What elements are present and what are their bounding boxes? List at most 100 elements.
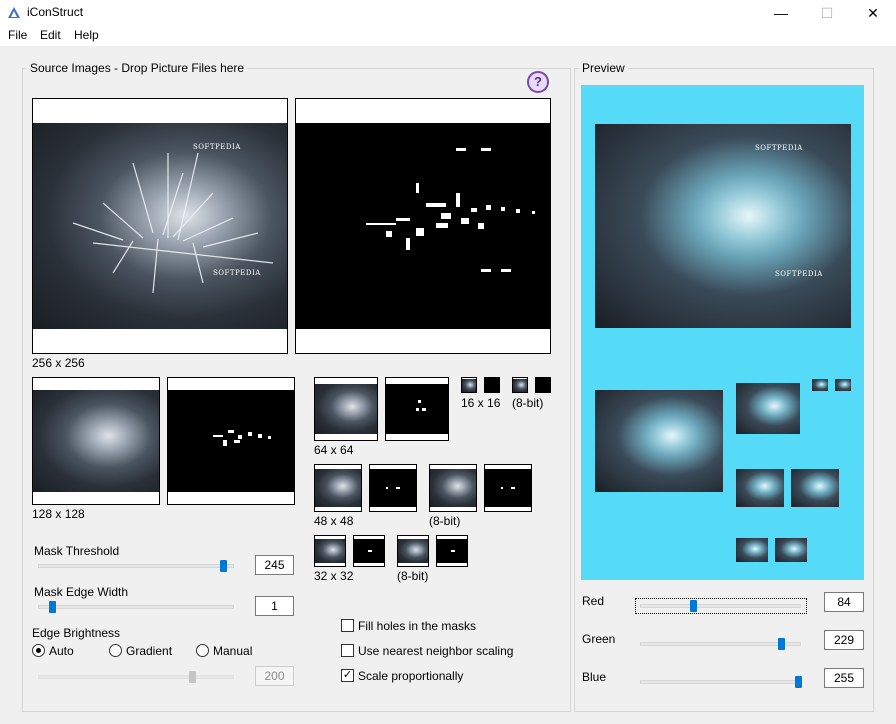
mask-speckles [501, 487, 515, 489]
photo-48 [315, 469, 361, 507]
scale-proportionally-checkbox[interactable]: ✓ [341, 669, 354, 682]
watermark-text: SOFTPEDIA [213, 269, 261, 277]
radio-auto-label: Auto [49, 644, 74, 658]
mask-32 [354, 539, 384, 563]
source-mask-48-8bit[interactable] [484, 464, 532, 512]
preview-image-16-8bit [835, 379, 851, 391]
red-input[interactable]: 84 [824, 592, 864, 612]
mask-speckles [366, 148, 535, 272]
title-bar: iConStruct — ☐ ✕ [0, 0, 896, 26]
mask-32-8bit [437, 539, 467, 563]
preview-label: Preview [579, 61, 628, 75]
preview-image-128 [595, 390, 723, 492]
source-image-256[interactable]: SOFTPEDIA SOFTPEDIA [32, 98, 288, 354]
source-image-64[interactable] [314, 377, 378, 441]
photo-128 [33, 390, 159, 492]
source-mask-256[interactable] [295, 98, 551, 354]
size-label-16: 16 x 16 [461, 396, 501, 410]
mask-threshold-input[interactable]: 245 [255, 555, 294, 575]
mask-edge-width-thumb[interactable] [49, 601, 56, 613]
mask-48 [370, 469, 416, 507]
red-slider[interactable] [640, 604, 801, 608]
menu-file[interactable]: File [8, 28, 27, 42]
green-thumb[interactable] [778, 638, 785, 650]
photo-256: SOFTPEDIA SOFTPEDIA [33, 123, 287, 329]
green-slider[interactable] [640, 642, 801, 646]
frost-branch-graphic [72, 152, 274, 294]
fill-holes-label: Fill holes in the masks [358, 619, 477, 633]
preview-image-48 [736, 469, 784, 507]
source-image-48[interactable] [314, 464, 362, 512]
green-label: Green [582, 632, 616, 646]
menu-edit[interactable]: Edit [40, 28, 61, 42]
mask-64 [386, 384, 448, 434]
source-image-32-8bit[interactable] [397, 535, 429, 567]
edge-brightness-thumb[interactable] [189, 671, 196, 683]
size-label-48-8bit: (8-bit) [429, 514, 461, 528]
source-mask-64[interactable] [385, 377, 449, 441]
preview-image-48-8bit [791, 469, 839, 507]
radio-gradient-label: Gradient [126, 644, 173, 658]
help-button[interactable]: ? [527, 71, 549, 93]
source-image-16[interactable] [461, 377, 477, 393]
close-button[interactable]: ✕ [850, 0, 896, 26]
mask-threshold-slider[interactable] [38, 564, 234, 568]
mask-speckles [416, 400, 426, 411]
photo-16 [462, 379, 476, 392]
edge-brightness-input[interactable]: 200 [255, 666, 294, 686]
size-label-128: 128 x 128 [32, 507, 85, 521]
edge-brightness-label: Edge Brightness [32, 626, 121, 640]
source-mask-128[interactable] [167, 377, 295, 505]
mask-threshold-thumb[interactable] [220, 560, 227, 572]
blue-input[interactable]: 255 [824, 668, 864, 688]
nearest-neighbor-checkbox[interactable] [341, 644, 354, 657]
mask-speckles [451, 550, 455, 552]
source-image-48-8bit[interactable] [429, 464, 477, 512]
edge-brightness-slider[interactable] [38, 675, 234, 679]
photo-32 [315, 539, 345, 563]
fill-holes-checkbox[interactable] [341, 619, 354, 632]
source-mask-48[interactable] [369, 464, 417, 512]
size-label-48: 48 x 48 [314, 514, 354, 528]
source-image-16-8bit[interactable] [512, 377, 528, 393]
size-label-16-8bit: (8-bit) [512, 396, 544, 410]
preview-image-32-8bit [775, 538, 807, 562]
blue-label: Blue [582, 670, 607, 684]
mask-48-8bit [485, 469, 531, 507]
source-mask-32-8bit[interactable] [436, 535, 468, 567]
mask-edge-width-label: Mask Edge Width [34, 585, 129, 599]
size-label-64: 64 x 64 [314, 443, 354, 457]
preview-watermark: SOFTPEDIA [775, 270, 823, 278]
nearest-neighbor-label: Use nearest neighbor scaling [358, 644, 514, 658]
green-input[interactable]: 229 [824, 630, 864, 650]
preview-image-16 [812, 379, 828, 391]
blue-thumb[interactable] [795, 676, 802, 688]
mask-speckles [368, 550, 372, 552]
source-image-32[interactable] [314, 535, 346, 567]
mask-edge-width-input[interactable]: 1 [255, 596, 294, 616]
watermark-text: SOFTPEDIA [193, 143, 241, 151]
radio-manual[interactable] [196, 644, 209, 657]
mask-256 [296, 123, 550, 329]
source-mask-16-8bit[interactable] [535, 377, 551, 393]
mask-128 [168, 390, 294, 492]
red-thumb[interactable] [690, 600, 697, 612]
preview-watermark: SOFTPEDIA [755, 144, 803, 152]
blue-slider[interactable] [640, 680, 801, 684]
source-mask-32[interactable] [353, 535, 385, 567]
preview-image-32 [736, 538, 768, 562]
radio-gradient[interactable] [109, 644, 122, 657]
radio-auto[interactable] [32, 644, 45, 657]
maximize-button[interactable]: ☐ [804, 0, 850, 26]
mask-threshold-label: Mask Threshold [34, 544, 120, 558]
menu-help[interactable]: Help [74, 28, 99, 42]
radio-manual-label: Manual [213, 644, 253, 658]
size-label-256: 256 x 256 [32, 356, 85, 370]
scale-proportionally-label: Scale proportionally [358, 669, 464, 683]
mask-speckles [386, 487, 400, 489]
source-image-128[interactable] [32, 377, 160, 505]
mask-edge-width-slider[interactable] [38, 605, 234, 609]
minimize-button[interactable]: — [758, 0, 804, 26]
source-mask-16[interactable] [484, 377, 500, 393]
photo-48-8bit [430, 469, 476, 507]
